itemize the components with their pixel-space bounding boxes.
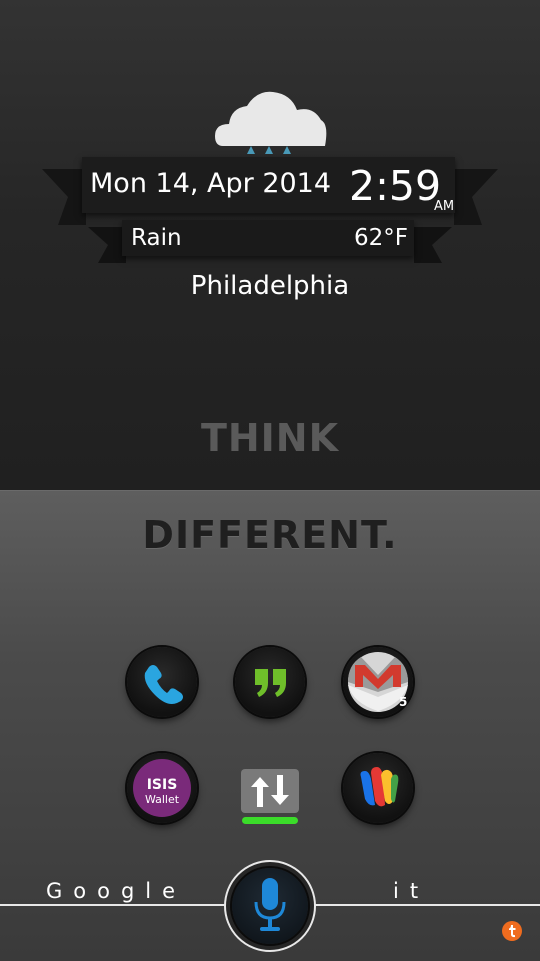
it-search-label[interactable]: it (393, 879, 429, 903)
gmail-unread-badge: 5 (399, 695, 408, 709)
slogan-different: DIFFERENT. (142, 513, 398, 557)
weather-temperature[interactable]: 62°F (354, 225, 408, 251)
quote-icon (255, 669, 286, 697)
isis-wallet-app-button[interactable]: ISIS Wallet (127, 753, 197, 823)
google-search-label[interactable]: Google (46, 879, 186, 903)
phone-app-button[interactable] (127, 647, 197, 717)
isis-label: ISIS (147, 777, 178, 793)
microphone-icon (254, 878, 286, 931)
isis-wallet-icon: ISIS Wallet (133, 759, 191, 817)
rain-cloud-icon (215, 91, 327, 154)
google-wallet-app-button[interactable] (343, 753, 413, 823)
clock-time[interactable]: 2:59 (349, 162, 441, 210)
google-wallet-icon (360, 767, 399, 807)
weather-condition[interactable]: Rain (131, 225, 182, 251)
weather-city[interactable]: Philadelphia (0, 271, 540, 301)
clock-ampm: AM (434, 199, 455, 214)
voice-search-button[interactable] (232, 868, 308, 944)
hangouts-app-button[interactable] (235, 647, 305, 717)
data-arrows-icon (241, 769, 299, 824)
phone-icon (144, 665, 183, 704)
tumblr-notification-icon[interactable] (501, 920, 523, 942)
date-text[interactable]: Mon 14, Apr 2014 (90, 168, 331, 199)
wallet-label: Wallet (145, 793, 180, 806)
data-toggle-button[interactable] (239, 767, 301, 829)
slogan-think: THINK (200, 416, 340, 460)
